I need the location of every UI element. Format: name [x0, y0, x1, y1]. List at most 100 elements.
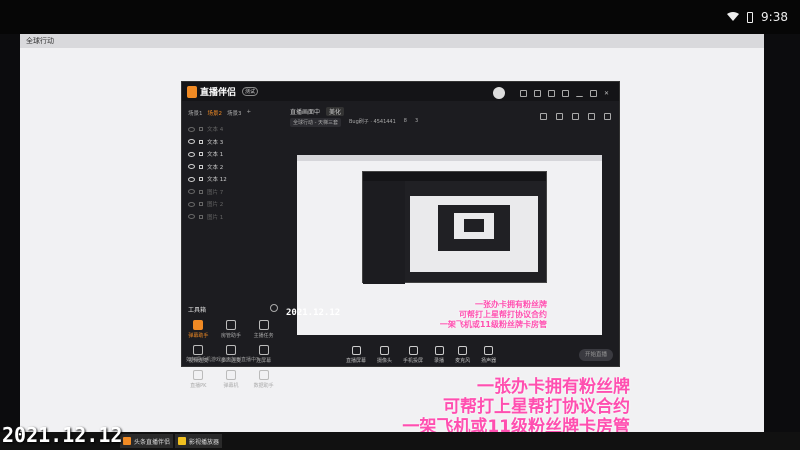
- mail-icon[interactable]: [534, 89, 541, 97]
- taskbar-app-1[interactable]: 头条直播伴侣: [120, 434, 174, 448]
- control-label: 手机投屏: [403, 358, 424, 364]
- tool-label: 数据助手: [253, 383, 274, 389]
- tab-scene-1[interactable]: 场景1: [188, 109, 203, 117]
- tool-streamer-task[interactable]: 主播任务: [247, 320, 280, 339]
- eye-icon[interactable]: [188, 151, 195, 157]
- tab-scene-2[interactable]: 场景2: [208, 109, 223, 117]
- inner-date-stamp: 2021.12.12: [286, 308, 341, 318]
- message-icon[interactable]: [520, 89, 527, 97]
- source-item[interactable]: 文本 1: [182, 148, 282, 161]
- bag-icon[interactable]: [572, 113, 579, 120]
- phone-cast-button[interactable]: 手机投屏: [403, 346, 423, 364]
- eye-icon[interactable]: [188, 126, 195, 132]
- inner-caption-line1: 一张办卡拥有粉丝牌: [475, 300, 547, 309]
- microphone-button[interactable]: 麦克风: [455, 346, 470, 364]
- room-title[interactable]: 全球行动 - 天梯三套: [290, 118, 341, 127]
- tool-label: 直播PK: [190, 383, 207, 389]
- control-label: 摄像头: [377, 358, 393, 364]
- eye-icon[interactable]: [188, 214, 195, 220]
- control-label: 麦克风: [455, 358, 471, 364]
- tab-scene-3[interactable]: 场景3: [227, 109, 242, 117]
- version-badge: 测试: [242, 87, 259, 96]
- gift-icon[interactable]: [540, 113, 547, 120]
- source-label: 文本 4: [207, 127, 224, 134]
- toolbox-grid: 弹幕助手 房管助手 主播任务 视频连麦 多人连麦 连屏幕 直播PK 弹幕机 数据…: [182, 320, 280, 389]
- source-item[interactable]: 图片 7: [182, 186, 282, 199]
- taskbar-app-2[interactable]: 影视播放器: [175, 434, 223, 448]
- eye-icon[interactable]: [188, 201, 195, 207]
- inner-caption-line3: 一架飞机或11级粉丝牌卡房管: [439, 320, 547, 329]
- tool-danmu-machine[interactable]: 弹幕机: [215, 370, 248, 389]
- record-button[interactable]: 录播: [434, 346, 444, 364]
- toolbox-title: 工具箱: [188, 307, 207, 314]
- date-stamp: 2021.12.12: [2, 423, 123, 447]
- lock-icon[interactable]: [199, 214, 203, 219]
- overlay-caption-line1: 一张办卡拥有粉丝牌: [477, 377, 630, 397]
- tool-danmu-assistant[interactable]: 弹幕助手: [182, 320, 215, 339]
- eye-icon[interactable]: [188, 139, 195, 145]
- logo-icon: [187, 85, 197, 98]
- control-label: 扬声器: [481, 358, 497, 364]
- lock-icon[interactable]: [199, 189, 203, 194]
- source-label: 图片 7: [207, 189, 224, 196]
- tab-live-scene[interactable]: 直播画面中: [290, 107, 320, 116]
- lock-icon[interactable]: [199, 139, 203, 144]
- screen-share-button[interactable]: 直播屏幕: [346, 346, 366, 364]
- shirt-icon[interactable]: [548, 89, 555, 97]
- close-icon[interactable]: ✕: [604, 90, 611, 97]
- chat-icon: [225, 370, 236, 380]
- left-panel: 场景1 场景2 场景3 + 文本 4 文本 3 文本 1 文本 2 文本 12 …: [182, 101, 282, 389]
- toolbox-settings-icon[interactable]: [270, 304, 278, 312]
- tool-room-manager[interactable]: 房管助手: [215, 320, 248, 339]
- tab-beauty[interactable]: 美化: [326, 107, 345, 116]
- eye-icon[interactable]: [188, 189, 195, 195]
- settings-icon[interactable]: [562, 89, 569, 97]
- speaker-button[interactable]: 扬声器: [481, 346, 496, 364]
- tool-data-assistant[interactable]: 数据助手: [247, 370, 280, 389]
- start-live-button[interactable]: 开始直播: [579, 349, 613, 361]
- lock-icon[interactable]: [199, 164, 203, 169]
- control-label: 录播: [434, 358, 445, 364]
- microphone-icon: [458, 346, 468, 355]
- room-info-bar: 全球行动 - 天梯三套 Bug刷子 · 4541441 8 3: [290, 118, 418, 127]
- lock-icon[interactable]: [556, 113, 563, 120]
- source-item[interactable]: 图片 1: [182, 211, 282, 224]
- viewer-count: 8: [403, 118, 407, 124]
- task-icon: [258, 320, 269, 330]
- eye-icon[interactable]: [188, 176, 195, 182]
- source-item[interactable]: 文本 4: [182, 123, 282, 136]
- overlay-caption-line2: 可帮打上星帮打协议合约: [443, 397, 630, 417]
- camera-button[interactable]: 摄像头: [377, 346, 392, 364]
- tool-pk[interactable]: 直播PK: [182, 370, 215, 389]
- source-label: 图片 1: [207, 214, 224, 221]
- avatar[interactable]: [493, 87, 505, 99]
- source-item[interactable]: 图片 2: [182, 198, 282, 211]
- room-id: Bug刷子 · 4541441: [348, 119, 396, 125]
- clock: 9:38: [761, 10, 788, 24]
- eye-icon[interactable]: [188, 164, 195, 170]
- lock-icon[interactable]: [199, 152, 203, 157]
- wifi-icon: [727, 12, 740, 21]
- app-icon: [123, 437, 131, 445]
- inner-caption: 一张办卡拥有粉丝牌 可帮打上星帮打协议合约 一架飞机或11级粉丝牌卡房管: [440, 300, 547, 330]
- source-label: 文本 12: [207, 177, 227, 184]
- status-bar: 9:38: [0, 0, 800, 34]
- minimize-icon[interactable]: [576, 90, 583, 97]
- maximize-icon[interactable]: [590, 89, 597, 97]
- add-scene-button[interactable]: +: [247, 109, 252, 117]
- data-icon: [258, 370, 269, 380]
- share-icon[interactable]: [604, 113, 611, 120]
- bell-icon[interactable]: [588, 113, 595, 120]
- preview-canvas[interactable]: 一张办卡拥有粉丝牌 可帮打上星帮打协议合约 一架飞机或11级粉丝牌卡房管: [297, 155, 602, 335]
- source-item[interactable]: 文本 2: [182, 161, 282, 174]
- tool-label: 弹幕助手: [188, 333, 209, 339]
- app-logo: 直播伴侣 测试: [187, 85, 259, 98]
- source-item[interactable]: 文本 3: [182, 136, 282, 149]
- control-label: 直播屏幕: [346, 358, 367, 364]
- help-link[interactable]: 如何把手机游戏画面加到直播中?: [186, 356, 259, 363]
- lock-icon[interactable]: [199, 127, 203, 132]
- lock-icon[interactable]: [199, 177, 203, 182]
- source-item[interactable]: 文本 12: [182, 173, 282, 186]
- like-count: 3: [414, 118, 419, 124]
- lock-icon[interactable]: [199, 202, 203, 207]
